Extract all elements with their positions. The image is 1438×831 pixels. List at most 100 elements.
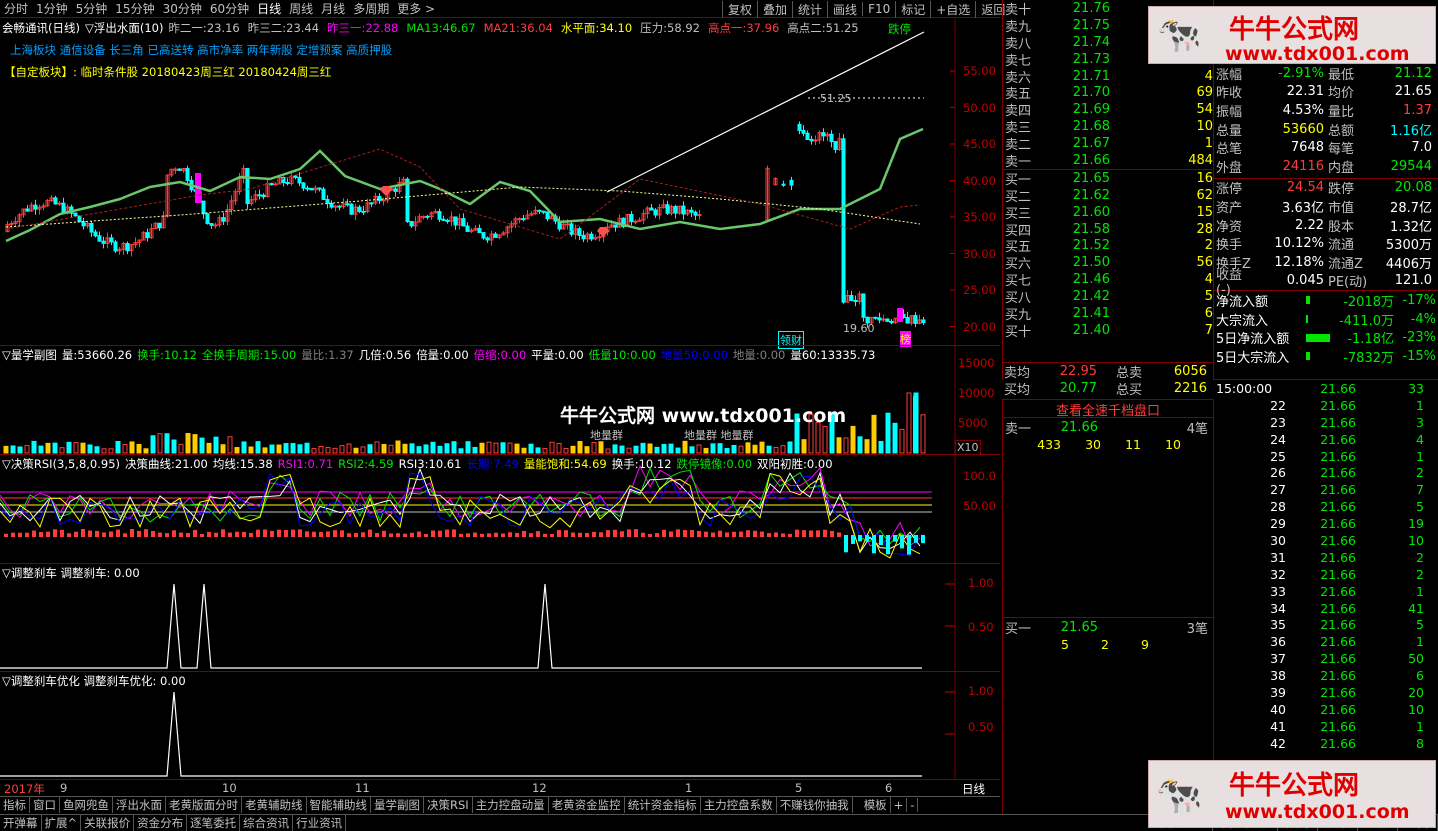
bid-row[interactable]: 买九 21.41 6	[1003, 305, 1213, 323]
volume-bar	[563, 448, 569, 454]
volume-panel[interactable]: ▽量学副图 量:53660.26 换手:10.12 全换手周期:15.00 量比:1.…	[0, 345, 1000, 455]
candle-body	[805, 132, 810, 140]
period-tab[interactable]: 多周期	[349, 0, 393, 17]
bid-row[interactable]: 买二 21.62 62	[1003, 187, 1213, 205]
bottom-tab[interactable]: 资金分布	[134, 814, 188, 831]
toolbar-button[interactable]: 标记	[895, 0, 930, 18]
vol-tick: 5000	[958, 416, 988, 430]
candle-body	[809, 138, 814, 142]
quote-key: 总笔	[1216, 142, 1243, 158]
rsi-bar	[865, 535, 869, 542]
bid-row[interactable]: 买五 21.52 2	[1003, 237, 1213, 255]
kline-svg	[5, 19, 956, 345]
toolbar-button[interactable]: F10	[862, 2, 895, 16]
candle-body	[493, 233, 498, 238]
indicator-tab[interactable]: 窗口	[30, 796, 60, 813]
toolbar-button[interactable]: 统计	[792, 0, 827, 18]
ask-row[interactable]: 卖二 21.67 1	[1003, 135, 1213, 153]
bid-row[interactable]: 买六 21.50 56	[1003, 254, 1213, 272]
ask-row[interactable]: 卖一 21.66 484	[1003, 152, 1213, 170]
period-tab[interactable]: 分时	[0, 0, 32, 17]
ask-row[interactable]: 卖六 21.71 4	[1003, 68, 1213, 86]
period-tab[interactable]: 日线	[253, 0, 285, 17]
period-tab[interactable]: 月线	[317, 0, 349, 17]
bottom-tab[interactable]: 综合资讯	[240, 814, 294, 831]
bottom-tab[interactable]: 逐笔委托	[187, 814, 241, 831]
rsi-panel[interactable]: ▽决策RSI(3,5,8,0.95) 决策曲线:21.00 均线:15.38 RSI…	[0, 454, 1000, 564]
bid-row[interactable]: 买十 21.40 7	[1003, 322, 1213, 340]
ask-row[interactable]: 卖三 21.68 10	[1003, 118, 1213, 136]
rsi-bar	[634, 529, 638, 537]
candle-body	[465, 225, 470, 232]
period-tab[interactable]: 更多 >	[393, 0, 439, 17]
volume-bar	[605, 448, 611, 454]
volume-bar	[192, 434, 198, 454]
ask-row[interactable]: 卖四 21.69 54	[1003, 101, 1213, 119]
volume-bar	[115, 441, 121, 454]
tick-volume: 1	[1416, 718, 1424, 734]
rsi-bar	[361, 532, 365, 537]
tick-price: 21.66	[1320, 465, 1356, 481]
toolbar-button[interactable]: 叠加	[757, 0, 792, 18]
level-label: 卖一	[1005, 154, 1032, 170]
bid-row[interactable]: 买一 21.65 16	[1003, 170, 1213, 188]
indicator-tab[interactable]: 老黄辅助线	[242, 796, 307, 813]
volume-bar	[367, 444, 373, 454]
bid-row[interactable]: 买三 21.60 15	[1003, 204, 1213, 222]
period-tab[interactable]: 60分钟	[206, 0, 253, 17]
bottom-tab[interactable]: 关联报价	[81, 814, 135, 831]
volume-bar	[213, 436, 219, 454]
quote-key: PE(动)	[1328, 275, 1368, 291]
brake2-panel[interactable]: ▽调整刹车优化 调整刹车优化: 0.00 1.00 0.50	[0, 671, 1000, 780]
volume-bar	[724, 447, 730, 454]
indicator-tab[interactable]: 老黄版面分时	[166, 796, 242, 813]
toolbar-button[interactable]: 复权	[722, 0, 757, 18]
period-tab[interactable]: 5分钟	[72, 0, 112, 17]
template-button[interactable]: -	[907, 797, 919, 812]
indicator-tab[interactable]: 智能辅助线	[307, 796, 371, 813]
indicator-tab[interactable]: 指标	[0, 796, 30, 813]
indicator-tab[interactable]: 不赚钱你抽我	[777, 796, 853, 813]
indicator-tab[interactable]: 决策RSI	[424, 796, 473, 813]
volume-bar	[920, 414, 926, 454]
candle-body	[877, 317, 882, 321]
bid-row[interactable]: 买八 21.42 5	[1003, 288, 1213, 306]
indicator-tab[interactable]: 主力控盘动量	[473, 796, 549, 813]
bottom-tab[interactable]: 行业资讯	[293, 814, 347, 831]
indicator-tab[interactable]: 主力控盘系数	[701, 796, 777, 813]
template-button[interactable]: +	[891, 797, 908, 812]
rsi-bar	[354, 532, 358, 537]
kline-panel[interactable]: 会畅通讯(日线) ▽浮出水面(10) 昨二一:23.16 昨三二:23.44 昨三一…	[0, 19, 1000, 349]
toolbar-button[interactable]: 画线	[827, 0, 862, 18]
period-tab[interactable]: 30分钟	[159, 0, 206, 17]
tick-volume: 2	[1416, 549, 1424, 565]
period-tab[interactable]: 周线	[285, 0, 317, 17]
level-price: 21.52	[1072, 238, 1110, 254]
full-depth-link[interactable]: 查看全速千档盘口	[1003, 400, 1213, 419]
bid-row[interactable]: 买七 21.46 4	[1003, 271, 1213, 289]
quote-key: 资产	[1216, 200, 1243, 216]
brake-panel[interactable]: ▽调整刹车 调整刹车: 0.00 1.00 0.50	[0, 563, 1000, 672]
bottom-tab[interactable]: 扩展^	[42, 814, 82, 831]
toolbar-button[interactable]: +自选	[930, 0, 975, 18]
indicator-tab[interactable]: 统计资金指标	[625, 796, 701, 813]
level-price: 21.50	[1072, 255, 1110, 271]
candle-body	[293, 175, 298, 178]
indicator-tab[interactable]: 浮出水面	[113, 796, 166, 813]
indicator-tab[interactable]: 老黄资金监控	[549, 796, 625, 813]
period-tab[interactable]: 1分钟	[32, 0, 72, 17]
template-button[interactable]: 模板	[861, 796, 891, 813]
volume-bar	[283, 443, 289, 454]
volume-bar	[374, 441, 380, 454]
indicator-tab[interactable]: 量学副图	[371, 796, 424, 813]
cow-logo-icon: 🐄	[1156, 15, 1202, 56]
period-tab[interactable]: 15分钟	[111, 0, 158, 17]
ask-row[interactable]: 卖五 21.70 69	[1003, 84, 1213, 102]
queue-ask-count: 4笔	[1186, 421, 1208, 437]
indicator-tab[interactable]: 鱼网兜鱼	[60, 796, 113, 813]
bid-row[interactable]: 买四 21.58 28	[1003, 221, 1213, 239]
rsi-bar	[186, 533, 190, 537]
volume-bar	[710, 443, 716, 454]
bottom-tab[interactable]: 开弹幕	[0, 814, 42, 831]
queue-ask-label: 卖一	[1005, 421, 1032, 437]
